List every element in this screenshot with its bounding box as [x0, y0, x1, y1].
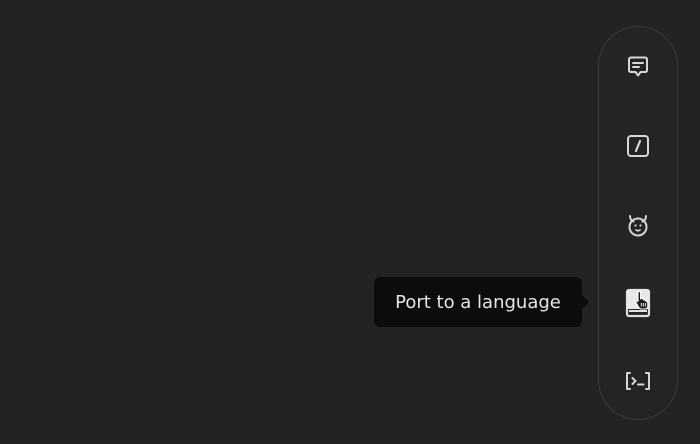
- comment-icon: [628, 56, 648, 77]
- port-to-language-button[interactable]: [618, 283, 658, 323]
- tooltip-label: Port to a language: [395, 291, 561, 313]
- tooltip: Port to a language: [374, 277, 589, 327]
- book-icon: [625, 288, 651, 318]
- tooltip-arrow: [582, 295, 589, 309]
- slash-command-button[interactable]: [618, 126, 658, 166]
- bug-icon: [628, 215, 648, 237]
- canvas-area: Port to a language: [0, 0, 700, 444]
- floating-toolbar: [598, 26, 678, 420]
- terminal-icon: [626, 372, 650, 390]
- terminal-button[interactable]: [618, 361, 658, 401]
- bug-button[interactable]: [618, 205, 658, 245]
- comment-button[interactable]: [618, 47, 658, 87]
- slash-command-icon: [627, 135, 649, 157]
